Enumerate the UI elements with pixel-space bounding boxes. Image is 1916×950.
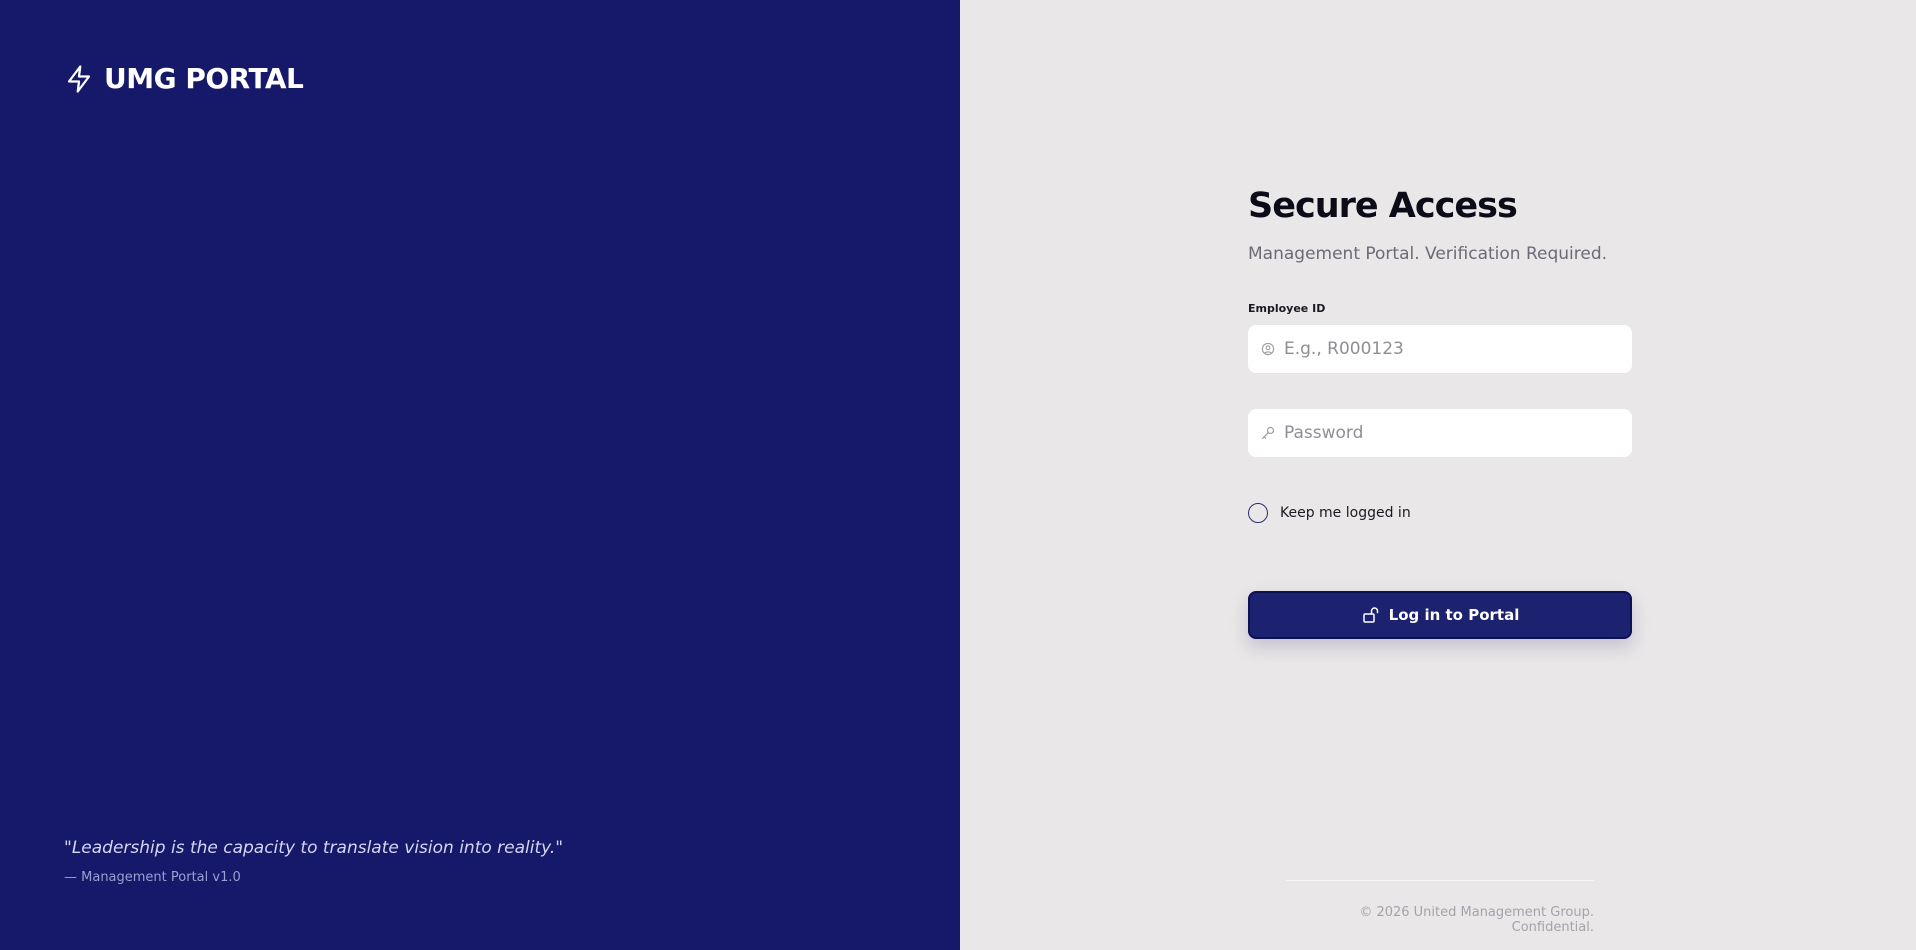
- logo-text: UMG PORTAL: [104, 62, 304, 95]
- form-panel: Secure Access Management Portal. Verific…: [960, 0, 1916, 950]
- login-button-label: Log in to Portal: [1388, 606, 1520, 624]
- remember-me-radio[interactable]: [1248, 503, 1268, 523]
- quote-block: "Leadership is the capacity to translate…: [64, 838, 563, 885]
- unlock-icon: [1361, 605, 1381, 625]
- login-button[interactable]: Log in to Portal: [1248, 591, 1632, 639]
- employee-id-label: Employee ID: [1248, 302, 1326, 315]
- user-circle-icon: [1260, 341, 1276, 357]
- quote-attribution: — Management Portal v1.0: [64, 870, 241, 885]
- quote-text: "Leadership is the capacity to translate…: [64, 838, 564, 858]
- password-field-wrapper: [1248, 409, 1632, 457]
- form-subtitle: Management Portal. Verification Required…: [1248, 244, 1608, 264]
- footer-divider: [1286, 880, 1594, 881]
- employee-id-input[interactable]: [1248, 325, 1632, 373]
- brand-panel: UMG PORTAL "Leadership is the capacity t…: [0, 0, 960, 950]
- password-input[interactable]: [1248, 409, 1632, 457]
- bolt-icon: [64, 63, 94, 95]
- footer-copyright: © 2026 United Management Group. Confiden…: [1359, 905, 1594, 935]
- login-form: Secure Access Management Portal. Verific…: [1248, 186, 1632, 639]
- remember-me-label: Keep me logged in: [1280, 505, 1411, 521]
- login-page: UMG PORTAL "Leadership is the capacity t…: [0, 0, 1916, 950]
- remember-me-option[interactable]: Keep me logged in: [1248, 503, 1632, 523]
- form-title: Secure Access: [1248, 186, 1518, 226]
- logo: UMG PORTAL: [64, 62, 304, 95]
- footer: © 2026 United Management Group. Confiden…: [1286, 880, 1594, 935]
- employee-id-field-wrapper: [1248, 325, 1632, 373]
- key-icon: [1260, 425, 1276, 441]
